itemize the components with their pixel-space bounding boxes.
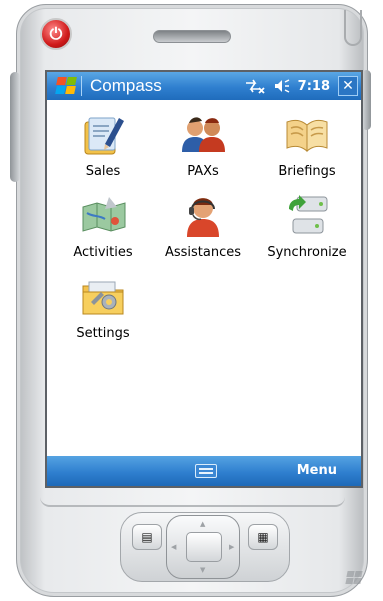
dpad-right-icon: ▶ [229,543,235,551]
app-settings[interactable]: Settings [55,272,151,341]
app-paxs[interactable]: PAXs [151,110,255,179]
settings-icon [82,281,124,315]
screen: Compass 7:18 ✕ Sales PAXs Briefings Acti… [45,70,363,488]
power-button[interactable]: ⏻ [40,18,72,50]
status-area[interactable]: 7:18 [244,78,330,94]
app-activities[interactable]: Activities [55,191,151,260]
app-label: Briefings [278,164,336,179]
dpad-center-button[interactable] [186,532,222,562]
keyboard-icon[interactable] [195,464,217,478]
volume-icon[interactable] [273,78,291,94]
app-synchronize[interactable]: Synchronize [255,191,359,260]
app-label: Settings [76,326,130,341]
app-briefings[interactable]: Briefings [255,110,359,179]
close-button[interactable]: ✕ [338,76,358,96]
side-button-left[interactable] [10,72,20,182]
contacts-card-icon: ▤ [141,530,153,544]
grid-hardware-button[interactable]: ▦ [248,524,278,550]
app-sales[interactable]: Sales [55,110,151,179]
app-label: PAXs [187,164,219,179]
speaker-grille [153,30,231,43]
paxs-icon [182,117,225,152]
start-menu-icon[interactable] [53,75,77,97]
title-separator [81,76,82,96]
sales-icon [84,117,124,155]
app-grid: Sales PAXs Briefings Activities Assistan… [47,110,361,341]
assistances-icon [187,198,219,237]
dpad-up-icon: ▲ [200,520,206,528]
app-title: Compass [90,76,162,95]
app-label: Activities [73,245,133,260]
clock[interactable]: 7:18 [298,79,330,94]
menu-button[interactable]: Menu [297,463,337,478]
grid-icon: ▦ [257,530,269,544]
stylus-slot [344,10,362,46]
menu-bar: Menu [47,456,361,486]
synchronize-icon [289,195,328,234]
briefings-icon [286,119,328,153]
side-button-right[interactable] [362,70,371,130]
dpad-left-icon: ◀ [171,543,177,551]
windows-logo-icon [344,570,364,586]
title-bar: Compass 7:18 ✕ [47,72,361,100]
power-icon: ⏻ [49,24,63,43]
dpad-down-icon: ▼ [200,566,206,574]
calendar-hardware-button[interactable]: ▤ [132,524,162,550]
app-assistances[interactable]: Assistances [151,191,255,260]
app-label: Assistances [164,245,242,260]
app-label: Sales [85,164,121,179]
close-icon: ✕ [342,78,354,94]
activities-icon [82,197,126,232]
app-label: Synchronize [267,245,347,260]
connectivity-icon[interactable] [244,78,266,94]
device-divider [40,497,345,507]
